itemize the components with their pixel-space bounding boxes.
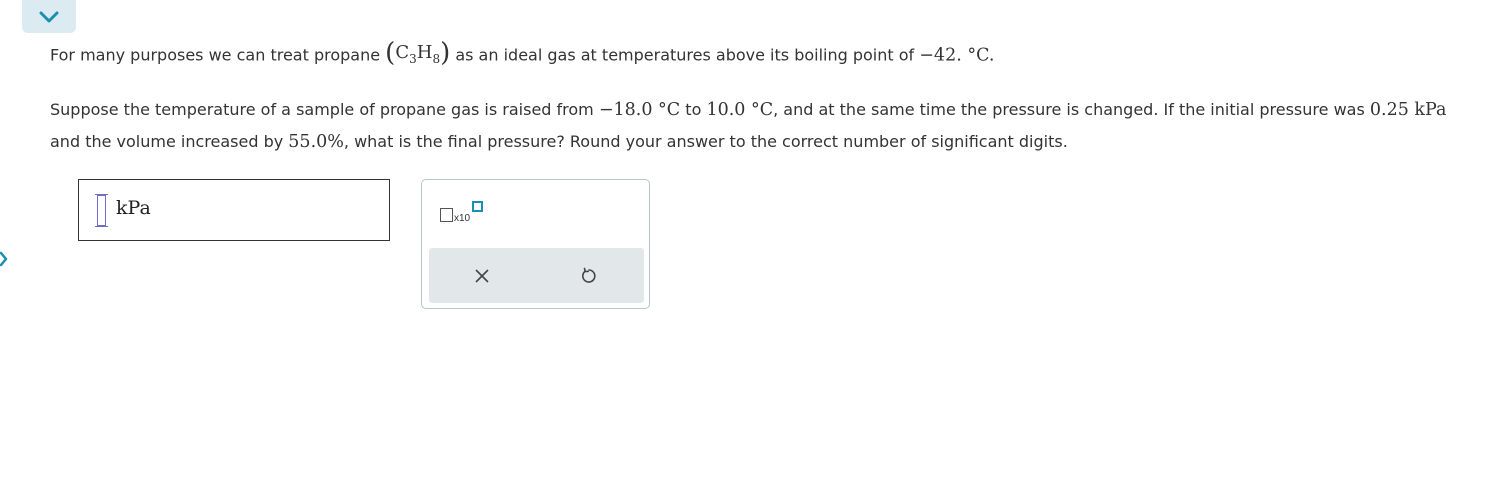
undo-button[interactable] xyxy=(574,261,604,291)
undo-icon xyxy=(582,267,596,283)
close-icon xyxy=(475,269,489,283)
answer-input[interactable] xyxy=(95,194,108,227)
previous-nav-button[interactable] xyxy=(0,246,8,272)
initial-pressure: 0.25 kPa xyxy=(1369,100,1447,120)
answer-unit: kPa xyxy=(116,197,151,219)
collapse-toggle-button[interactable] xyxy=(22,0,76,33)
formula-carbon-count: 3 xyxy=(409,52,417,66)
formula-open-paren: ( xyxy=(385,38,396,68)
question-paragraph-2: Suppose the temperature of a sample of p… xyxy=(50,94,1470,158)
question-text: Suppose the temperature of a sample of p… xyxy=(50,100,594,119)
boiling-point-value: −42. °C xyxy=(919,45,989,66)
formula-hydrogen-count: 8 xyxy=(432,52,441,66)
scientific-notation-button[interactable]: x10 xyxy=(440,200,488,228)
volume-increase: 55.0% xyxy=(288,132,344,152)
chevron-left-icon xyxy=(0,251,8,267)
formula-hydrogen: H xyxy=(416,42,433,63)
formula-carbon: C xyxy=(395,42,410,63)
question-text: , what is the final pressure? Round your… xyxy=(343,132,1068,151)
mantissa-box-icon xyxy=(440,208,453,222)
sentence-period: . xyxy=(988,45,995,66)
math-tool-panel: x10 xyxy=(421,179,650,309)
question-paragraph-1: For many purposes we can treat propane (… xyxy=(50,40,994,72)
action-bar xyxy=(429,248,644,303)
formula-close-paren: ) xyxy=(440,38,451,68)
final-temperature: 10.0 °C xyxy=(706,100,774,120)
chevron-down-icon xyxy=(39,11,59,22)
sci-notation-label: x10 xyxy=(454,213,471,224)
initial-temperature: −18.0 °C xyxy=(598,100,681,120)
answer-box: kPa xyxy=(78,179,390,241)
question-text: to xyxy=(685,100,702,119)
question-text: For many purposes we can treat propane xyxy=(50,45,381,65)
question-text: , and at the same time the pressure is c… xyxy=(773,100,1365,119)
question-text: and the volume increased by xyxy=(50,132,284,151)
propane-formula: (C3H8) xyxy=(385,40,450,72)
clear-button[interactable] xyxy=(467,261,497,291)
question-text: as an ideal gas at temperatures above it… xyxy=(455,45,915,65)
exponent-box-icon xyxy=(472,201,483,212)
